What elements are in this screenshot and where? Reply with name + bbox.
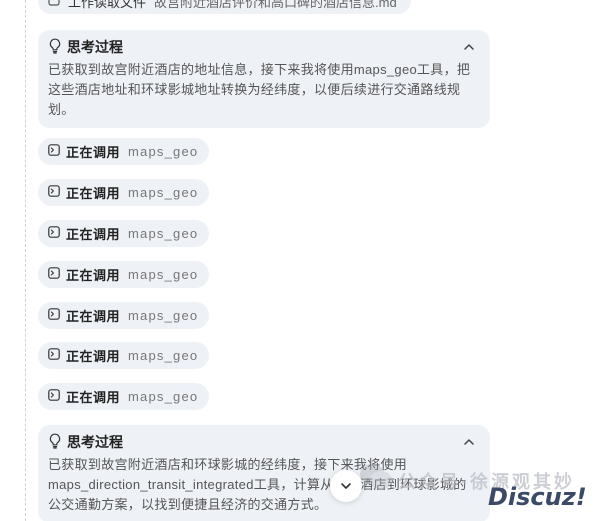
tool-call-label: 正在调用 [66, 268, 121, 283]
thought-title: 思考过程 [67, 434, 123, 450]
file-icon [48, 0, 60, 9]
tool-call-label: 正在调用 [66, 349, 121, 364]
tool-name: maps_geo [128, 226, 199, 241]
tool-name: maps_geo [128, 308, 199, 323]
wechat-logo-watermark [358, 462, 394, 492]
terminal-icon [48, 308, 60, 323]
file-read-chip[interactable]: 工作读取文件 故宫附近酒店评价和高口碑的酒店信息.md [38, 0, 411, 14]
tool-call-chip[interactable]: 正在调用 maps_geo [38, 302, 210, 329]
file-chip-filename: 故宫附近酒店评价和高口碑的酒店信息.md [154, 0, 397, 10]
thought-header[interactable]: 思考过程 [48, 432, 476, 452]
terminal-icon [48, 267, 60, 282]
tool-name: maps_geo [128, 144, 199, 159]
terminal-icon [48, 226, 60, 241]
file-chip-label: 工作读取文件 [68, 0, 147, 10]
terminal-icon [48, 185, 60, 200]
tool-call-label: 正在调用 [66, 227, 121, 242]
tool-call-chip[interactable]: 正在调用 maps_geo [38, 179, 210, 206]
tool-call-label: 正在调用 [66, 186, 121, 201]
tool-name: maps_geo [128, 348, 199, 363]
tool-call-chip[interactable]: 正在调用 maps_geo [38, 220, 210, 247]
tool-name: maps_geo [128, 267, 199, 282]
chat-canvas: 工作读取文件 故宫附近酒店评价和高口碑的酒店信息.md 思考过程 已获取到故宫附… [0, 0, 611, 521]
thought-header[interactable]: 思考过程 [48, 37, 476, 57]
lightbulb-icon [48, 38, 62, 57]
tool-call-chip[interactable]: 正在调用 maps_geo [38, 383, 210, 410]
terminal-icon [48, 144, 60, 159]
tool-call-label: 正在调用 [66, 390, 121, 405]
terminal-icon [48, 348, 60, 363]
site-watermark: Discuz! [488, 483, 587, 511]
thought-title: 思考过程 [67, 39, 123, 55]
lightbulb-icon [48, 433, 62, 452]
chevron-up-icon[interactable] [462, 435, 476, 449]
tool-call-chip[interactable]: 正在调用 maps_geo [38, 138, 210, 165]
chevron-up-icon[interactable] [462, 40, 476, 54]
tool-name: maps_geo [128, 185, 199, 200]
timeline-line [25, 0, 26, 521]
terminal-icon [48, 389, 60, 404]
thought-text: 已获取到故宫附近酒店的地址信息，接下来我将使用maps_geo工具，把这些酒店地… [48, 62, 471, 117]
tool-call-label: 正在调用 [66, 309, 121, 324]
tool-call-label: 正在调用 [66, 145, 121, 160]
tool-call-chip[interactable]: 正在调用 maps_geo [38, 261, 210, 288]
chevron-down-icon [340, 477, 352, 495]
thought-card: 思考过程 已获取到故宫附近酒店的地址信息，接下来我将使用maps_geo工具，把… [38, 30, 490, 128]
tool-call-chip[interactable]: 正在调用 maps_geo [38, 342, 210, 369]
scroll-to-bottom-button[interactable] [330, 470, 362, 502]
tool-name: maps_geo [128, 389, 199, 404]
